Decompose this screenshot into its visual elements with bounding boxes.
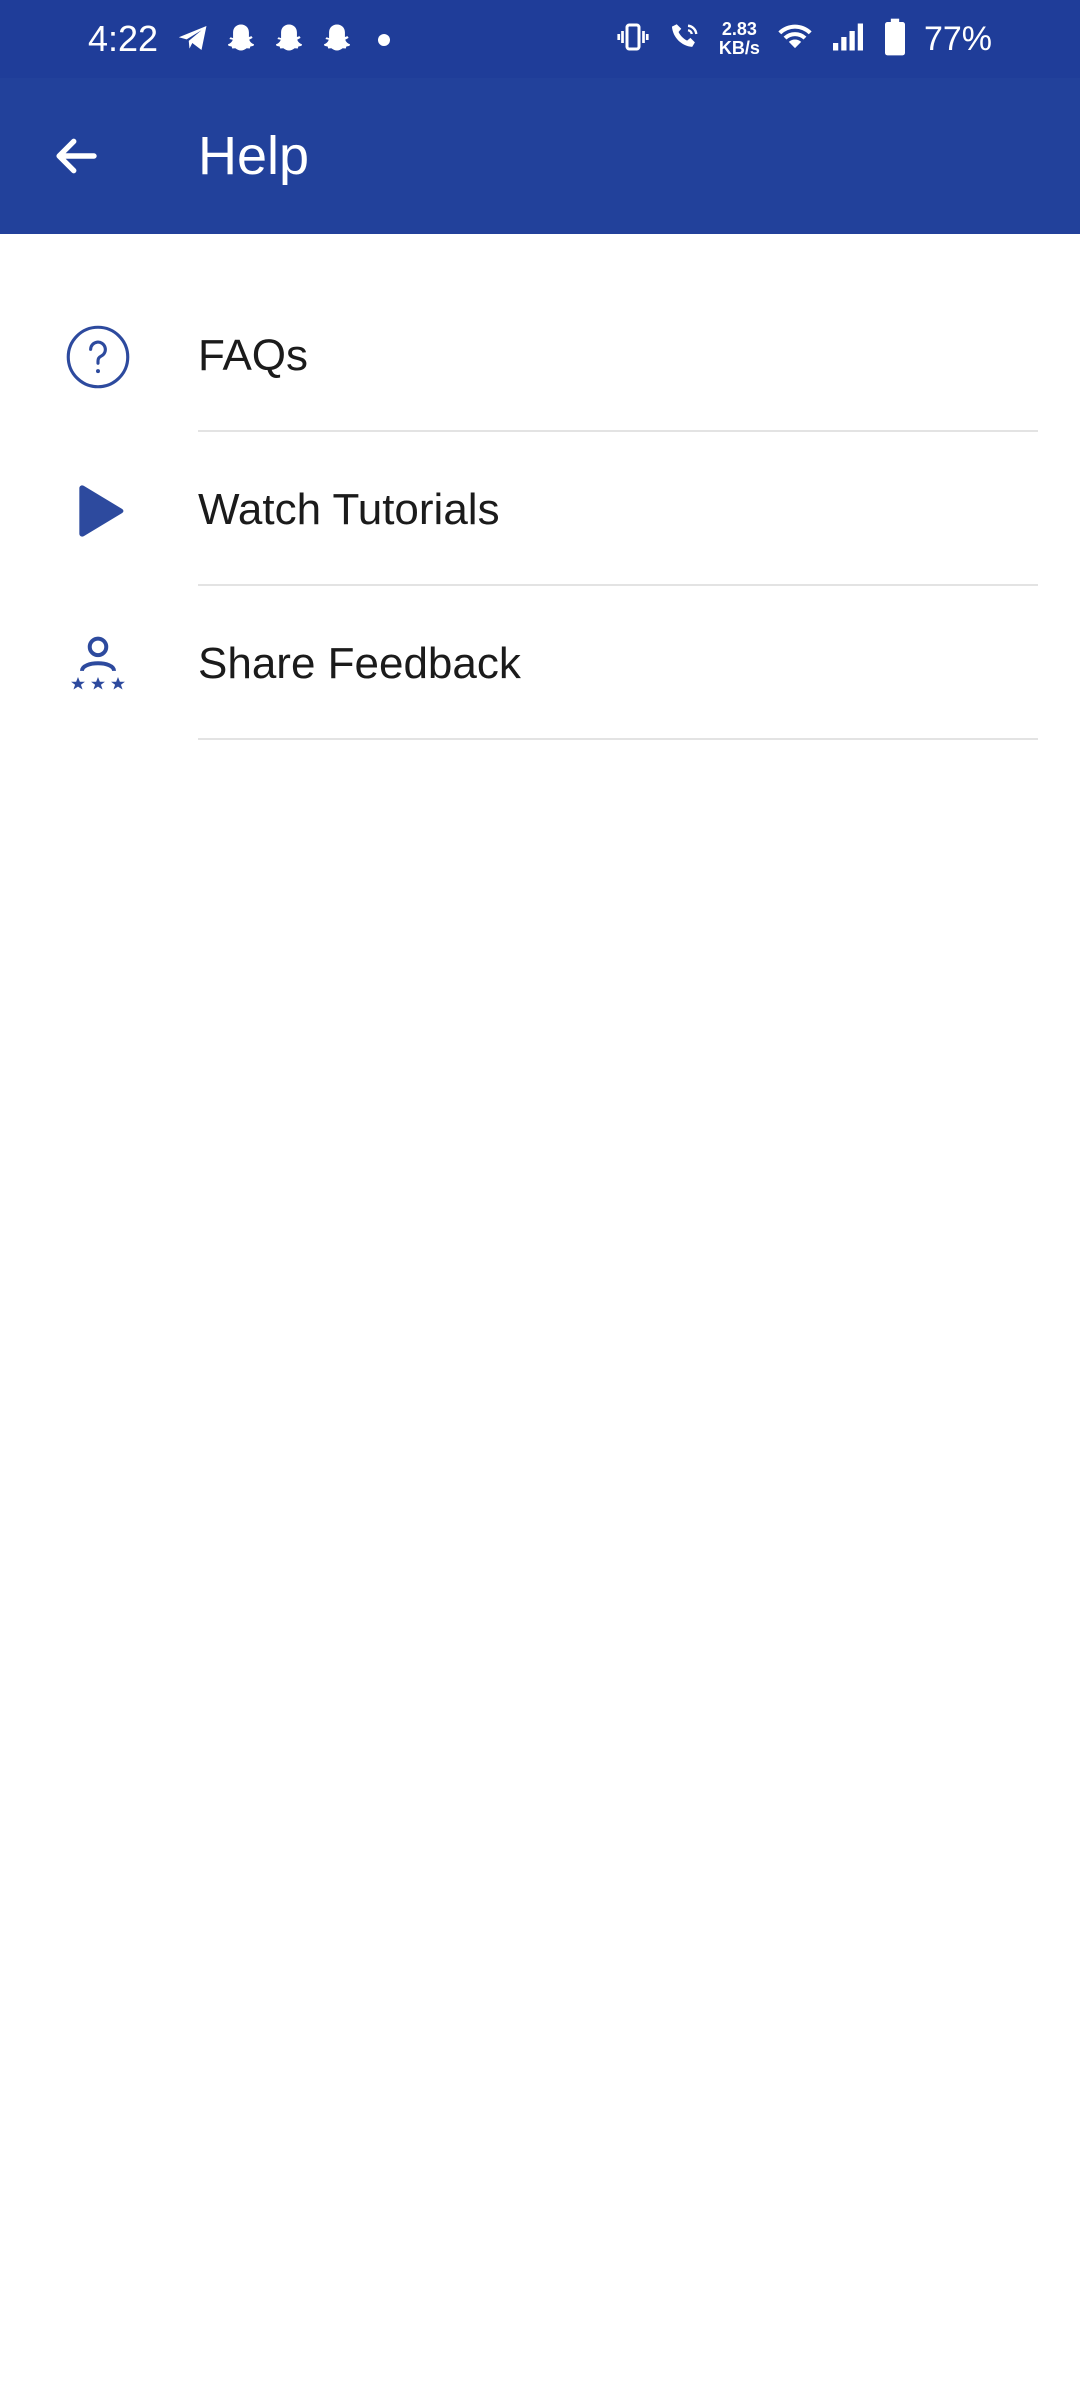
status-time: 4:22 [88, 18, 159, 59]
battery-icon [882, 17, 908, 62]
system-status-icons: 2.83 KB/s 77% [615, 14, 992, 64]
network-speed: 2.83 KB/s [719, 20, 760, 58]
arrow-left-icon [56, 138, 97, 174]
status-bar: 4:22 2.83 KB/s 77% [0, 0, 1080, 78]
notification-icons [176, 20, 390, 60]
vibrate-icon [615, 19, 651, 60]
menu-item-label: Share Feedback [198, 639, 521, 688]
menu-item-label: FAQs [198, 331, 309, 380]
help-menu-list: FAQs Watch Tutorials Share Feedback [0, 278, 1080, 740]
menu-item-watch-tutorials[interactable]: Watch Tutorials [0, 432, 1080, 586]
network-speed-unit: KB/s [718, 38, 760, 58]
question-circle-icon [62, 321, 134, 393]
wifi-icon [776, 18, 814, 61]
menu-item-label: Watch Tutorials [198, 485, 500, 534]
play-icon [62, 475, 134, 547]
signal-icon [830, 19, 866, 60]
page-title: Help [198, 126, 310, 186]
network-speed-value: 2.83 [721, 19, 757, 39]
help-screen: 4:22 2.83 KB/s 77% Help FAQs Watch Tutor… [0, 0, 1080, 2400]
divider [198, 738, 1038, 740]
menu-item-faqs[interactable]: FAQs [0, 278, 1080, 432]
wifi-call-icon [667, 19, 703, 60]
user-rating-icon [62, 629, 134, 701]
snapchat-icon [272, 21, 306, 60]
snapchat-icon [320, 21, 354, 60]
app-bar: Help [0, 78, 1080, 234]
more-dot-icon [378, 34, 390, 46]
telegram-icon [176, 21, 210, 60]
back-button[interactable] [40, 120, 112, 192]
snapchat-icon [224, 21, 258, 60]
battery-percent: 77% [923, 20, 992, 58]
menu-item-share-feedback[interactable]: Share Feedback [0, 586, 1080, 740]
